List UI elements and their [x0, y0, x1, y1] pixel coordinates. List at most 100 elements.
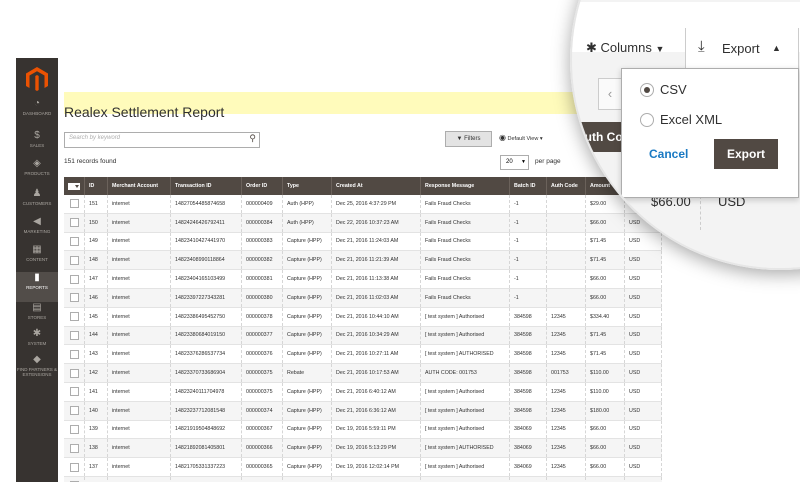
- row-select-cell[interactable]: [64, 420, 85, 440]
- row-checkbox[interactable]: [69, 199, 79, 209]
- row-select-cell[interactable]: [64, 363, 85, 383]
- row-select-cell[interactable]: [64, 438, 85, 459]
- table-cell: internet: [107, 250, 171, 271]
- column-header-created-at[interactable]: Created At: [331, 177, 421, 195]
- row-checkbox[interactable]: [69, 293, 79, 303]
- row-select-cell[interactable]: [64, 457, 85, 477]
- excel-xml-radio[interactable]: [640, 113, 654, 127]
- csv-radio[interactable]: [640, 83, 654, 97]
- sidebar-item-dashboard[interactable]: ◔ DASHBOARD: [16, 98, 58, 128]
- table-row[interactable]: 145 internet 14823386495452750 000000378 Cap…: [64, 307, 662, 327]
- table-cell: USD: [624, 326, 662, 346]
- table-cell: Rebate: [282, 363, 332, 383]
- table-cell: [ test system ] AUTHORISED: [420, 438, 510, 459]
- row-select-cell[interactable]: [64, 269, 85, 289]
- table-cell: [ test system ] Authorised: [420, 307, 510, 327]
- row-checkbox[interactable]: [69, 330, 79, 340]
- table-row[interactable]: 146 internet 14823397227343281 000000380 Cap…: [64, 288, 662, 308]
- table-cell: USD: [624, 288, 662, 308]
- column-header-batch-id[interactable]: Batch ID: [509, 177, 547, 195]
- mass-select-icon[interactable]: [68, 182, 80, 190]
- table-cell: 000000383: [241, 232, 283, 252]
- row-checkbox[interactable]: [69, 255, 79, 265]
- table-cell: 150: [84, 213, 108, 233]
- default-view-switcher[interactable]: ◉ Default View ▾: [499, 133, 543, 142]
- row-checkbox[interactable]: [69, 274, 79, 284]
- table-cell: internet: [107, 401, 171, 421]
- table-row[interactable]: 1363dsecure14821703852682995000000363Cap…: [64, 476, 662, 482]
- table-row[interactable]: 144 internet 14823380684019150 000000377 Cap…: [64, 326, 662, 346]
- table-cell: 14823397227343281: [170, 288, 242, 308]
- row-checkbox[interactable]: [69, 462, 79, 472]
- table-row[interactable]: 140 internet 14823237712081548 000000374 Cap…: [64, 401, 662, 421]
- table-cell: 12345: [546, 307, 586, 327]
- sidebar-item-find-partners-extensions[interactable]: ◆ FIND PARTNERS & EXTENSIONS: [16, 354, 58, 384]
- row-select-cell[interactable]: [64, 232, 85, 252]
- row-checkbox[interactable]: [69, 368, 79, 378]
- row-select-cell[interactable]: [64, 307, 85, 327]
- per-page-value: 20: [506, 159, 513, 165]
- export-button[interactable]: Export: [714, 139, 778, 169]
- dollar-icon: $: [34, 130, 40, 141]
- table-cell: USD: [624, 401, 662, 421]
- row-checkbox[interactable]: [69, 349, 79, 359]
- table-cell: Fails Fraud Checks: [420, 269, 510, 289]
- table-row[interactable]: 137 internet 14821705331337223 000000365 Cap…: [64, 457, 662, 477]
- search-icon[interactable]: ⚲: [249, 133, 256, 144]
- columns-control[interactable]: ✱ Columns ▼: [586, 40, 664, 56]
- sidebar-item-marketing[interactable]: ◀ MARKETING: [16, 216, 58, 246]
- table-cell: 384598: [509, 326, 547, 346]
- table-row[interactable]: 141 internet 14823240111704978 000000375 Cap…: [64, 382, 662, 402]
- dashboard-icon: ◔: [33, 98, 41, 109]
- export-control[interactable]: ⤓ Export ▲: [685, 28, 799, 72]
- column-header-transaction-id[interactable]: Transaction ID: [170, 177, 242, 195]
- column-header-merchant-account[interactable]: Merchant Account: [107, 177, 171, 195]
- megaphone-icon: ◀: [33, 216, 41, 227]
- mass-action-header[interactable]: [64, 177, 85, 195]
- per-page-select[interactable]: 20 ▼: [500, 155, 529, 170]
- magento-logo-icon[interactable]: [24, 66, 50, 92]
- row-checkbox[interactable]: [69, 443, 79, 453]
- row-select-cell[interactable]: [64, 195, 85, 214]
- row-select-cell[interactable]: [64, 288, 85, 308]
- row-checkbox[interactable]: [69, 387, 79, 397]
- table-row[interactable]: 142 internet 14823370733686904 000000375 Reb…: [64, 363, 662, 383]
- table-cell: 000000363: [241, 476, 283, 482]
- column-header-id[interactable]: ID: [84, 177, 108, 195]
- csv-option-label[interactable]: CSV: [660, 82, 687, 97]
- table-cell: 142: [84, 363, 108, 383]
- column-header-type[interactable]: Type: [282, 177, 332, 195]
- table-row[interactable]: 139 internet 14821919504848692 000000367 Cap…: [64, 420, 662, 440]
- row-checkbox[interactable]: [69, 424, 79, 434]
- row-select-cell[interactable]: [64, 382, 85, 402]
- sidebar-item-reports[interactable]: ▮ REPORTS: [16, 272, 58, 302]
- row-checkbox[interactable]: [69, 236, 79, 246]
- excel-xml-option-label[interactable]: Excel XML: [660, 112, 722, 127]
- table-cell: Capture (HPP): [282, 307, 332, 327]
- row-select-cell[interactable]: [64, 401, 85, 421]
- row-checkbox[interactable]: [69, 406, 79, 416]
- table-row[interactable]: 147 internet 14823404165103499 000000381 Cap…: [64, 269, 662, 289]
- column-header-response-message[interactable]: Response Message: [420, 177, 510, 195]
- pager-prev-button[interactable]: ‹: [598, 78, 622, 110]
- cancel-button[interactable]: Cancel: [649, 147, 688, 161]
- row-select-cell[interactable]: [64, 476, 85, 482]
- row-select-cell[interactable]: [64, 213, 85, 233]
- table-cell: Capture (HPP): [282, 438, 332, 459]
- table-cell: Fails Fraud Checks: [420, 195, 510, 214]
- row-select-cell[interactable]: [64, 250, 85, 271]
- table-row[interactable]: 143 internet 14823376286537734 000000376 Cap…: [64, 344, 662, 365]
- column-header-order-id[interactable]: Order ID: [241, 177, 283, 195]
- row-select-cell[interactable]: [64, 326, 85, 346]
- sidebar-item-customers[interactable]: ♟ CUSTOMERS: [16, 188, 58, 218]
- table-cell: 000000374: [241, 401, 283, 421]
- row-select-cell[interactable]: [64, 344, 85, 365]
- sidebar-item-products[interactable]: ◈ PRODUCTS: [16, 158, 58, 188]
- sidebar-item-content[interactable]: ▦ CONTENT: [16, 244, 58, 274]
- sidebar-item-sales[interactable]: $ SALES: [16, 130, 58, 160]
- search-input[interactable]: Search by keyword ⚲: [64, 132, 260, 148]
- filters-button[interactable]: ▼ Filters: [445, 131, 492, 147]
- row-checkbox[interactable]: [69, 218, 79, 228]
- row-checkbox[interactable]: [69, 312, 79, 322]
- table-row[interactable]: 138 internet 14821892081405801 000000366 Cap…: [64, 438, 662, 459]
